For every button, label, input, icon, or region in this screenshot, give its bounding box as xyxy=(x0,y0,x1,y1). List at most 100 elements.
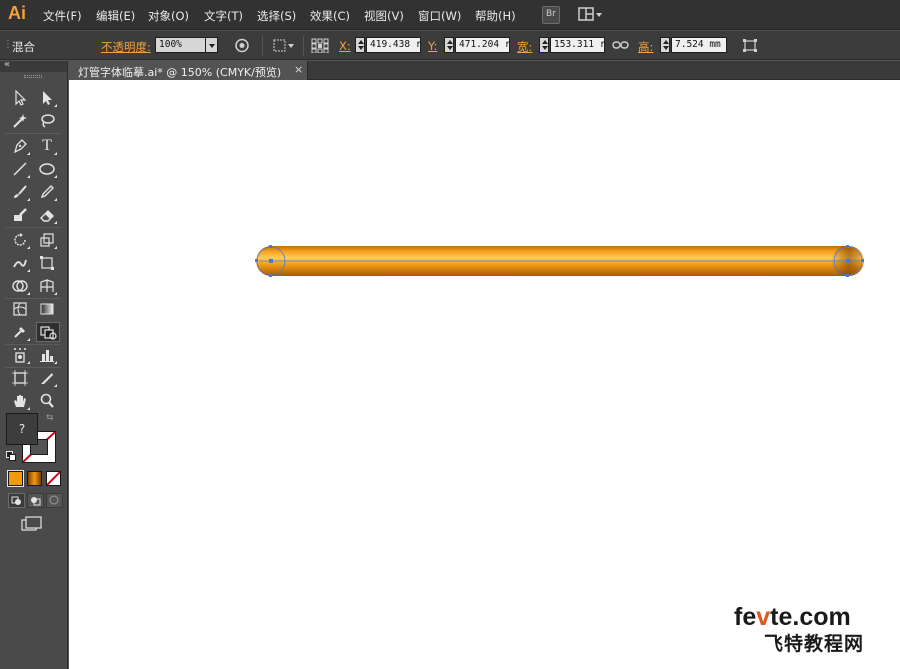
watermark-domain: fevte.com xyxy=(734,603,851,632)
menu-help[interactable]: 帮助(H) xyxy=(475,8,516,24)
collapse-panel-icon[interactable]: « xyxy=(4,59,10,70)
menu-edit[interactable]: 编辑(E) xyxy=(96,8,135,24)
eyedropper-tool-icon[interactable] xyxy=(9,322,31,342)
height-label[interactable]: 高: xyxy=(638,39,653,55)
column-graph-tool-icon[interactable] xyxy=(36,345,58,365)
watermark-domain-accent: v xyxy=(756,603,771,631)
lasso-tool-icon[interactable] xyxy=(36,111,58,131)
arrange-documents-button[interactable] xyxy=(578,6,604,24)
color-mode-button[interactable] xyxy=(7,470,24,487)
tools-panel-header: « xyxy=(0,59,67,72)
tools-panel: « T ⇆ ? xyxy=(0,59,68,669)
document-tab[interactable]: 灯管字体临摹.ai* @ 150% (CMYK/预览) × xyxy=(68,61,308,80)
selection-tool-icon[interactable] xyxy=(9,88,31,108)
watermark-chinese: 飞特教程网 xyxy=(764,633,865,655)
hand-tool-icon[interactable] xyxy=(9,391,31,411)
type-tool-icon[interactable]: T xyxy=(36,136,58,156)
anchor-point[interactable] xyxy=(269,274,272,277)
gradient-mode-button[interactable] xyxy=(27,471,42,486)
separator xyxy=(5,133,61,134)
anchor-point[interactable] xyxy=(846,274,849,277)
anchor-point[interactable] xyxy=(846,245,849,248)
separator xyxy=(5,227,61,228)
close-icon[interactable]: × xyxy=(294,63,303,76)
draw-behind-icon[interactable] xyxy=(27,493,44,508)
perspective-grid-tool-icon[interactable] xyxy=(36,276,58,296)
pen-tool-icon[interactable] xyxy=(9,136,31,156)
magic-wand-tool-icon[interactable] xyxy=(9,111,31,131)
menu-effect[interactable]: 效果(C) xyxy=(310,8,350,24)
mesh-tool-icon[interactable] xyxy=(9,299,31,319)
opacity-dropdown-button[interactable] xyxy=(205,37,218,53)
none-mode-button[interactable] xyxy=(46,471,61,486)
line-segment-tool-icon[interactable] xyxy=(9,159,31,179)
blend-mode-label: 混合 xyxy=(12,40,35,54)
draw-normal-icon[interactable] xyxy=(8,493,25,508)
bridge-button[interactable]: Br xyxy=(542,6,560,24)
control-bar-grip: ⋮ xyxy=(3,39,13,50)
blob-brush-tool-icon[interactable] xyxy=(9,205,31,225)
anchor-point[interactable] xyxy=(255,259,258,262)
separator xyxy=(262,36,263,56)
default-fill-stroke-icon[interactable] xyxy=(6,451,16,461)
symbol-sprayer-tool-icon[interactable] xyxy=(9,345,31,365)
pencil-tool-icon[interactable] xyxy=(36,182,58,202)
document-tab-bar: 灯管字体临摹.ai* @ 150% (CMYK/预览) × xyxy=(68,61,900,80)
free-transform-tool-icon[interactable] xyxy=(36,253,58,273)
watermark-domain-part: te.com xyxy=(770,603,851,631)
x-label[interactable]: X: xyxy=(339,39,351,53)
bridge-label: Br xyxy=(546,9,556,19)
y-stepper[interactable] xyxy=(444,37,454,53)
blend-tool-icon[interactable] xyxy=(36,322,60,342)
menu-window[interactable]: 窗口(W) xyxy=(418,8,461,24)
shape-builder-tool-icon[interactable] xyxy=(9,276,31,296)
eraser-tool-icon[interactable] xyxy=(36,205,58,225)
y-field[interactable]: 471.204 r xyxy=(455,37,510,53)
separator xyxy=(303,36,304,56)
direct-selection-tool-icon[interactable] xyxy=(36,88,58,108)
transform-panel-icon[interactable] xyxy=(742,38,758,53)
menu-type[interactable]: 文字(T) xyxy=(204,8,243,24)
app-logo: Ai xyxy=(8,3,26,23)
canvas-artwork xyxy=(255,245,864,277)
draw-inside-icon[interactable] xyxy=(46,493,63,508)
y-label[interactable]: Y: xyxy=(428,39,437,53)
height-stepper[interactable] xyxy=(660,37,670,53)
anchor-point[interactable] xyxy=(861,259,864,262)
artboard-tool-icon[interactable] xyxy=(9,368,31,388)
screen-mode-icon[interactable] xyxy=(21,516,43,532)
anchor-point[interactable] xyxy=(269,259,273,263)
gradient-tool-icon[interactable] xyxy=(36,299,58,319)
menu-object[interactable]: 对象(O) xyxy=(148,8,189,24)
menu-select[interactable]: 选择(S) xyxy=(257,8,296,24)
menu-file[interactable]: 文件(F) xyxy=(43,8,82,24)
reference-point-icon[interactable] xyxy=(311,38,329,54)
warp-tool-icon[interactable] xyxy=(9,253,31,273)
opacity-label[interactable]: 不透明度: xyxy=(101,39,151,55)
height-field[interactable]: 7.524 mm xyxy=(671,37,727,53)
fill-swatch[interactable]: ? xyxy=(6,413,38,445)
opacity-field[interactable]: 100% xyxy=(155,37,206,53)
constrain-proportions-icon[interactable] xyxy=(612,38,630,53)
control-bar: ⋮ 混合 不透明度: 100% X: 419.438 r Y: 471.204 … xyxy=(0,31,900,60)
recolor-artwork-icon[interactable] xyxy=(234,38,250,53)
transform-reference-icon[interactable] xyxy=(272,38,296,53)
width-label[interactable]: 宽: xyxy=(517,39,532,55)
menu-view[interactable]: 视图(V) xyxy=(364,8,404,24)
paintbrush-tool-icon[interactable] xyxy=(9,182,31,202)
scale-tool-icon[interactable] xyxy=(36,230,58,250)
width-field[interactable]: 153.311 r xyxy=(550,37,605,53)
slice-tool-icon[interactable] xyxy=(36,368,58,388)
zoom-tool-icon[interactable] xyxy=(36,391,58,411)
anchor-point[interactable] xyxy=(846,259,850,263)
anchor-point[interactable] xyxy=(269,245,272,248)
document-tab-title: 灯管字体临摹.ai* @ 150% (CMYK/预览) xyxy=(78,66,282,79)
ellipse-tool-icon[interactable] xyxy=(36,159,58,179)
x-stepper[interactable] xyxy=(355,37,365,53)
x-field[interactable]: 419.438 r xyxy=(366,37,421,53)
width-stepper[interactable] xyxy=(539,37,549,53)
artboard-canvas[interactable]: fevte.com 飞特教程网 xyxy=(69,80,900,669)
rotate-tool-icon[interactable] xyxy=(9,230,31,250)
watermark-domain-part: fe xyxy=(734,603,757,631)
swap-fill-stroke-icon[interactable]: ⇆ xyxy=(46,413,54,423)
